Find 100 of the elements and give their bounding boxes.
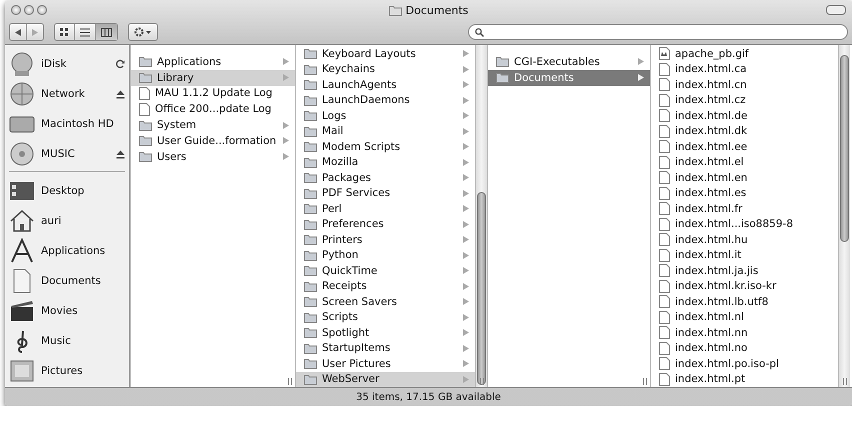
file-row[interactable]: Packages [296, 170, 475, 186]
column-resize-handle[interactable] [843, 378, 847, 385]
file-row[interactable]: index.html.ca [651, 62, 838, 77]
sidebar-item[interactable]: iDisk [41, 58, 109, 70]
folder-icon [139, 135, 152, 146]
folder-icon [304, 94, 317, 106]
file-row[interactable]: CGI-Executables [488, 54, 650, 70]
file-row[interactable]: Printers [296, 232, 475, 248]
file-row[interactable]: LaunchDaemons [296, 92, 475, 108]
toolbar-toggle-button[interactable] [826, 5, 846, 15]
right-arrow-icon [32, 28, 38, 36]
column-resize-handle[interactable] [288, 378, 292, 385]
file-row[interactable]: index.html.ee [651, 139, 838, 154]
file-row[interactable]: Applications [131, 54, 295, 70]
file-row[interactable]: index.html.lb.utf8 [651, 294, 838, 310]
sidebar-item[interactable]: Applications [41, 245, 125, 257]
file-row[interactable]: index.html.dk [651, 124, 838, 139]
sidebar-item[interactable]: MUSIC [41, 148, 110, 160]
sidebar-item[interactable]: Music [41, 335, 125, 347]
file-row[interactable]: apache_pb.gif [651, 46, 838, 62]
file-row[interactable]: index.html.po.iso-pl [651, 356, 838, 372]
folder-icon [304, 312, 317, 323]
file-row[interactable]: Receipts [296, 278, 475, 294]
file-row[interactable]: QuickTime [296, 263, 475, 278]
globe-icon [9, 81, 35, 107]
document-icon [659, 202, 670, 216]
file-row[interactable]: MAU 1.1.2 Update Log [131, 86, 295, 102]
file-row[interactable]: index.html.no [651, 340, 838, 356]
column-resize-handle[interactable] [643, 378, 647, 385]
zoom-button[interactable] [37, 5, 47, 15]
file-row[interactable]: Preferences [296, 216, 475, 232]
document-icon [659, 124, 670, 138]
file-row[interactable]: Users [131, 148, 295, 165]
file-row[interactable]: index.html.it [651, 248, 838, 263]
folder-icon [304, 234, 317, 246]
file-row[interactable]: Scripts [296, 310, 475, 325]
file-row[interactable]: Library [131, 70, 295, 86]
scrollbar[interactable] [838, 45, 850, 387]
file-row[interactable]: Mail [296, 124, 475, 139]
file-row[interactable]: Logs [296, 108, 475, 124]
window-title: Documents [406, 4, 468, 16]
search-field[interactable] [468, 24, 848, 40]
folder-icon [304, 126, 317, 137]
folder-icon [304, 188, 317, 199]
sidebar-item[interactable]: Macintosh HD [41, 118, 125, 130]
folder-icon [304, 156, 317, 168]
file-row[interactable]: WebServer [296, 372, 475, 387]
view-mode-button[interactable] [96, 24, 117, 40]
file-row[interactable]: Keyboard Layouts [296, 46, 475, 62]
file-row[interactable]: index.html.fr [651, 201, 838, 216]
file-row[interactable]: Spotlight [296, 325, 475, 340]
file-row[interactable]: index.html.de [651, 108, 838, 124]
left-arrow-icon [15, 28, 21, 36]
sidebar-item[interactable]: Network [41, 88, 110, 100]
file-row[interactable]: System [131, 117, 295, 133]
scrollbar[interactable] [475, 45, 487, 387]
document-icon [659, 186, 670, 200]
file-row[interactable]: StartupItems [296, 340, 475, 356]
file-row[interactable]: index.html.cn [651, 77, 838, 92]
file-row[interactable]: Screen Savers [296, 294, 475, 310]
file-row[interactable]: index.html.el [651, 154, 838, 170]
file-row[interactable]: index.html.pt [651, 372, 838, 387]
column-resize-handle[interactable] [480, 378, 484, 385]
file-row[interactable]: Python [296, 248, 475, 263]
file-row[interactable]: index.html.nl [651, 310, 838, 325]
status-text: 35 items, 17.15 GB available [356, 392, 501, 402]
document-icon [659, 218, 670, 231]
eject-icon[interactable] [116, 150, 125, 158]
file-row[interactable]: index.html.en [651, 170, 838, 186]
file-row[interactable]: index.html.kr.iso-kr [651, 278, 838, 294]
file-row[interactable]: Keychains [296, 62, 475, 77]
gear-icon [134, 27, 152, 37]
file-row[interactable]: User Pictures [296, 356, 475, 372]
picture-frame-icon [9, 358, 35, 384]
file-row[interactable]: Modem Scripts [296, 139, 475, 154]
file-row[interactable]: LaunchAgents [296, 77, 475, 92]
sidebar-item[interactable]: Movies [41, 305, 125, 317]
file-row[interactable]: Perl [296, 201, 475, 216]
sidebar-item[interactable]: Desktop [41, 185, 125, 197]
file-row[interactable]: index.html.hu [651, 232, 838, 248]
file-row[interactable]: User Guide...formation [131, 132, 295, 149]
sidebar-item[interactable]: Pictures [41, 365, 125, 377]
close-button[interactable] [11, 5, 21, 15]
eject-icon[interactable] [116, 90, 125, 98]
file-row[interactable]: index.html...iso8859-8 [651, 216, 838, 232]
folder-icon [304, 79, 317, 90]
file-row[interactable]: index.html.es [651, 186, 838, 201]
sidebar-item[interactable]: auri [41, 215, 125, 227]
minimize-button[interactable] [24, 5, 34, 15]
sidebar-item[interactable]: Documents [41, 275, 125, 287]
file-row[interactable]: PDF Services [296, 186, 475, 201]
file-row[interactable]: index.html.cz [651, 92, 838, 108]
file-row[interactable]: Mozilla [296, 154, 475, 170]
file-row[interactable]: Documents [488, 70, 650, 86]
file-row[interactable]: Office 200...pdate Log [131, 101, 295, 118]
folder-icon [139, 56, 152, 68]
file-row[interactable]: index.html.ja.jis [651, 263, 838, 278]
file-row[interactable]: index.html.nn [651, 325, 838, 340]
sync-icon[interactable] [115, 59, 125, 69]
folder-icon [304, 110, 317, 122]
